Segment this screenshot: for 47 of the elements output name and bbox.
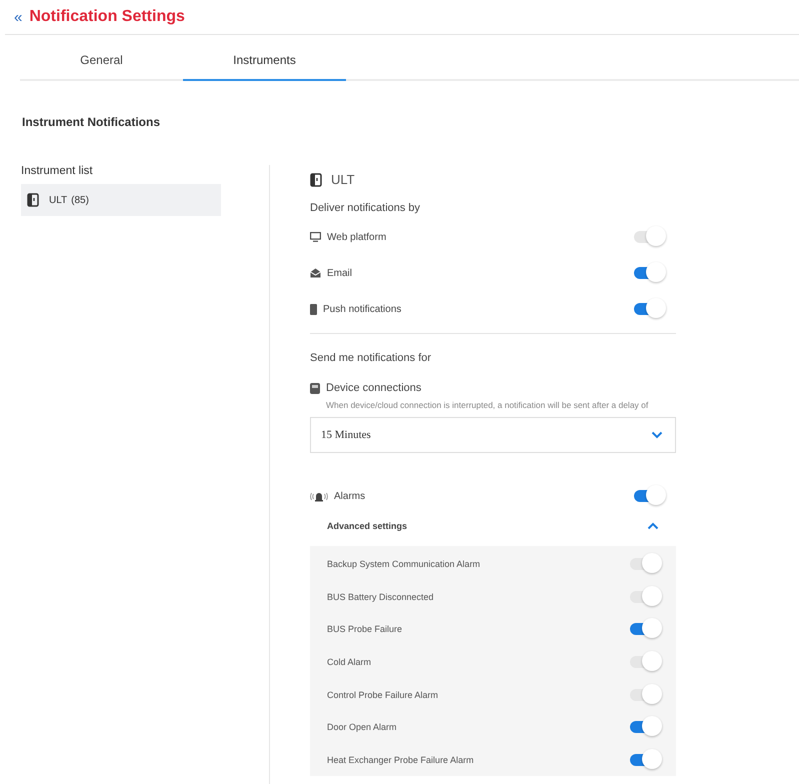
device-icon xyxy=(310,382,320,394)
phone-icon xyxy=(310,304,317,314)
tab[interactable]: Instruments xyxy=(183,46,346,81)
back-button[interactable]: « xyxy=(14,8,22,26)
alarm-type-label: BUS Battery Disconnected xyxy=(327,592,434,602)
advanced-settings-label: Advanced settings xyxy=(327,521,408,531)
deliver-label: Deliver notifications by xyxy=(310,202,422,214)
alarm-type-label: Cold Alarm xyxy=(327,657,372,668)
toggle-switch[interactable] xyxy=(630,716,662,738)
alarm-type-label: Heat Exchanger Probe Failure Alarm xyxy=(327,754,474,765)
send-label: Send me notifications for xyxy=(310,352,432,364)
toggle-switch[interactable] xyxy=(630,684,662,706)
toggle-switch[interactable] xyxy=(630,748,662,771)
list-label: Instrument list xyxy=(21,165,94,177)
toggle-switch[interactable] xyxy=(630,651,662,674)
toggle-switch[interactable] xyxy=(630,586,662,608)
monitor-icon xyxy=(310,232,321,242)
toggle-switch[interactable] xyxy=(634,485,666,507)
toggle-switch[interactable] xyxy=(634,226,666,248)
instrument-item[interactable]: ULT (85) xyxy=(21,184,221,216)
door-icon xyxy=(310,172,322,186)
toggle-switch[interactable] xyxy=(630,553,662,576)
instrument-count: (85) xyxy=(71,194,89,206)
alarms-label: Alarms xyxy=(334,490,366,502)
chevron-down-icon[interactable] xyxy=(651,431,663,439)
alarm-type-label: Control Probe Failure Alarm xyxy=(327,690,438,700)
section-title: Instrument Notifications xyxy=(22,115,162,129)
instrument-title: ULT xyxy=(331,172,355,187)
alarm-type-label: Backup System Communication Alarm xyxy=(327,559,480,570)
alarm-type-label: Door Open Alarm xyxy=(327,722,397,732)
alarm-bell-icon xyxy=(310,490,328,502)
chevron-up-icon[interactable] xyxy=(647,522,659,530)
delay-dropdown[interactable]: 15 Minutes xyxy=(310,417,676,453)
device-connections-label: Device connections xyxy=(326,382,422,394)
tab[interactable]: General xyxy=(20,46,183,81)
instrument-name: ULT xyxy=(49,194,68,206)
channel-label: Push notifications xyxy=(323,304,402,314)
toggle-switch[interactable] xyxy=(630,618,662,640)
envelope-icon xyxy=(310,268,321,278)
channel-label: Email xyxy=(327,268,352,278)
channel-label: Web platform xyxy=(327,232,386,242)
toggle-switch[interactable] xyxy=(634,298,666,320)
alarm-type-label: BUS Probe Failure xyxy=(327,624,402,634)
hint-text: When device/cloud connection is interrupted, a notification will be sent after a delay of xyxy=(326,400,650,410)
page-title: Notification Settings xyxy=(29,8,185,26)
door-icon xyxy=(27,193,39,207)
toggle-switch[interactable] xyxy=(634,262,666,284)
